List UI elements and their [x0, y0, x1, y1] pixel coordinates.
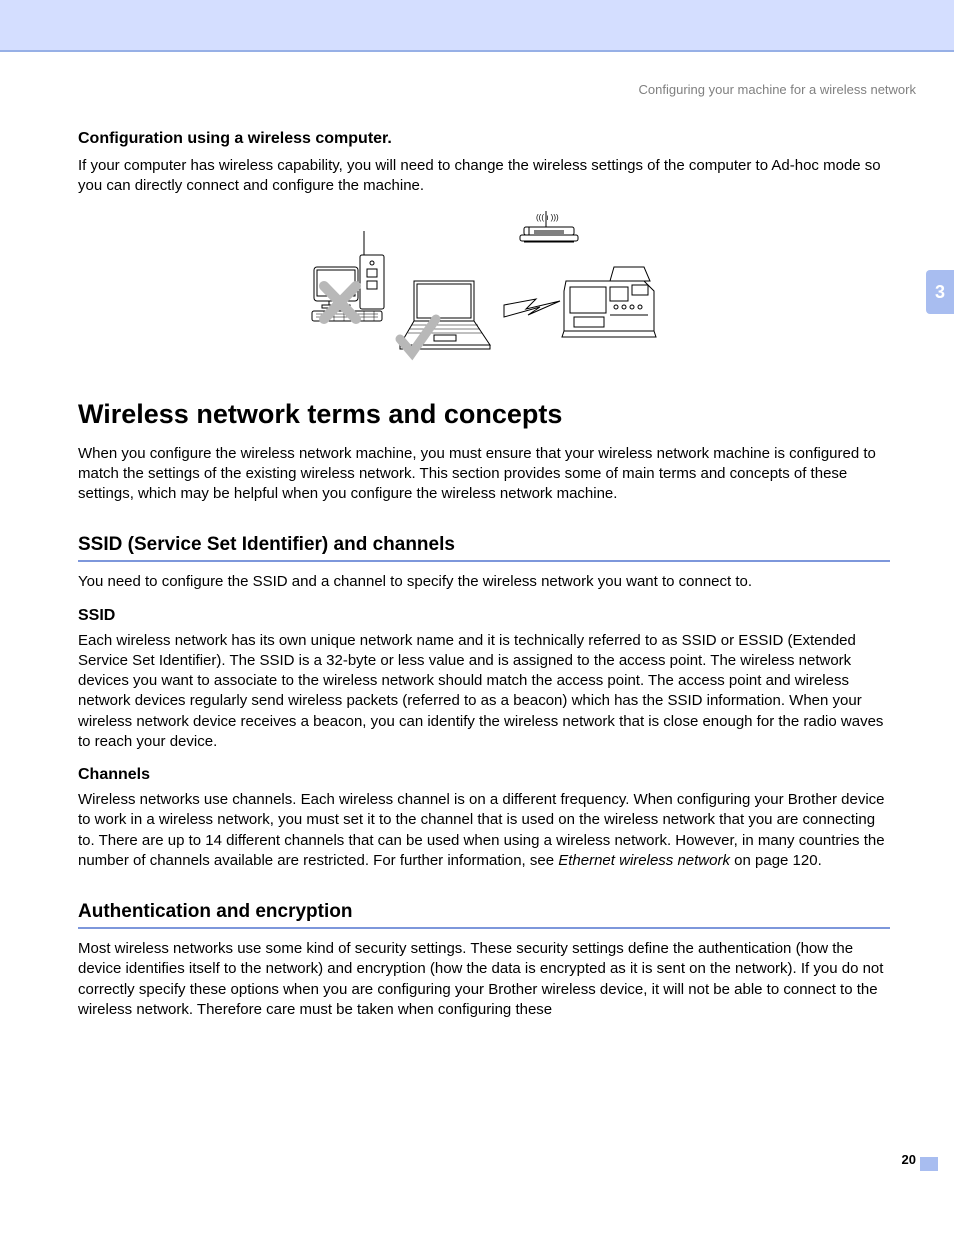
config-wireless-body: If your computer has wireless capability… [78, 156, 890, 197]
intro-body: When you configure the wireless network … [78, 444, 890, 505]
section-rule [78, 927, 890, 929]
auth-body: Most wireless networks use some kind of … [78, 939, 890, 1020]
breadcrumb: Configuring your machine for a wireless … [639, 82, 916, 97]
ssid-section-heading: SSID (Service Set Identifier) and channe… [78, 534, 890, 556]
main-heading: Wireless network terms and concepts [78, 399, 890, 430]
top-header-band [0, 0, 954, 52]
network-diagram-icon: ((( ı ))) [304, 211, 664, 371]
page-number-accent [920, 1157, 938, 1171]
ethernet-wireless-link[interactable]: Ethernet wireless network [558, 852, 730, 869]
channels-body: Wireless networks use channels. Each wir… [78, 790, 890, 871]
ssid-subheading: SSID [78, 607, 890, 625]
diagram-figure: ((( ı ))) [78, 211, 890, 371]
auth-section-heading: Authentication and encryption [78, 901, 890, 923]
channels-body-b: on page 120. [730, 852, 822, 869]
ssid-body: Each wireless network has its own unique… [78, 631, 890, 753]
config-wireless-subheading: Configuration using a wireless computer. [78, 130, 890, 148]
ssid-intro-body: You need to configure the SSID and a cha… [78, 572, 890, 592]
chapter-tab: 3 [926, 270, 954, 314]
svg-text:((( ı ))): ((( ı ))) [536, 213, 559, 222]
channels-subheading: Channels [78, 766, 890, 784]
section-rule [78, 560, 890, 562]
page-number: 20 [902, 1152, 916, 1167]
